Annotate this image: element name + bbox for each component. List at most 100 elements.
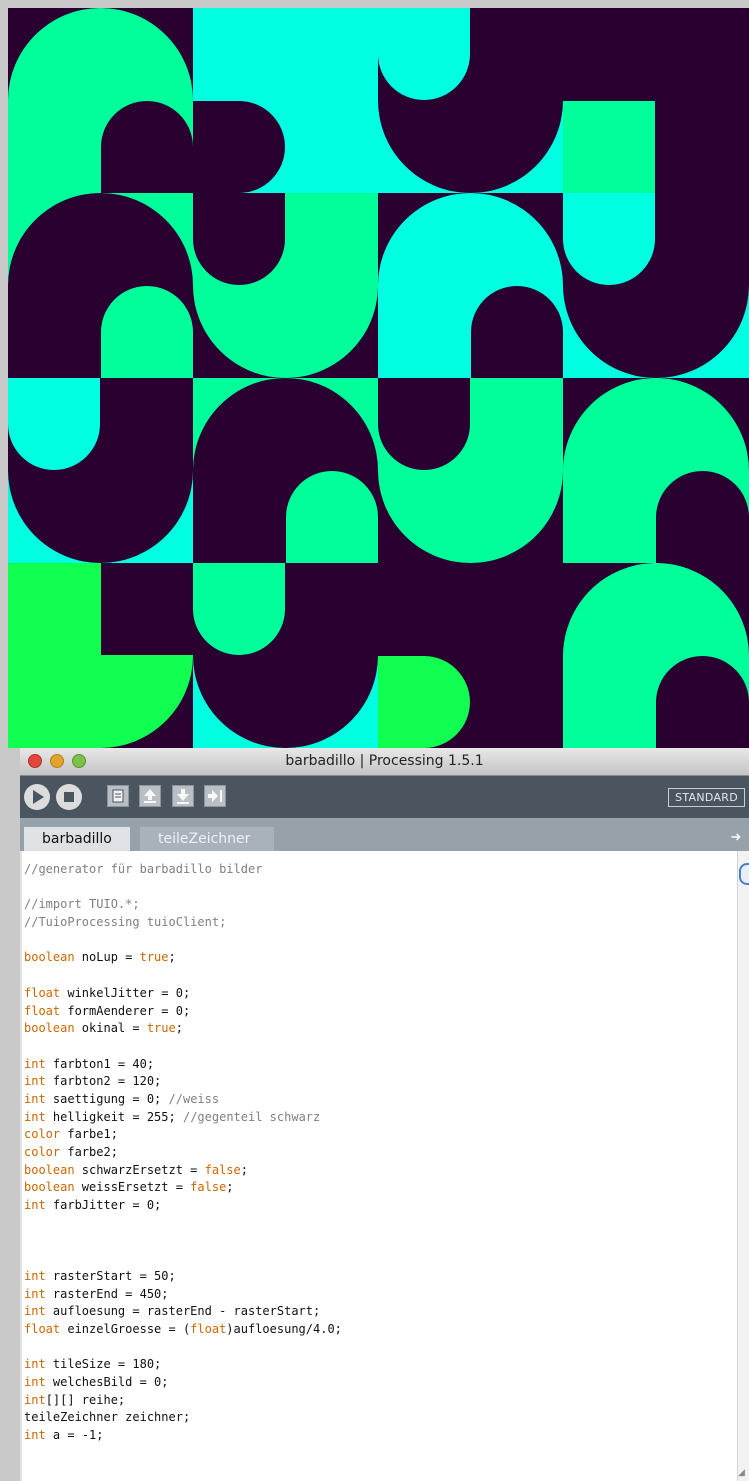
code-line: int farbton2 = 120; (24, 1073, 342, 1091)
code-text: noLup = (74, 950, 140, 965)
code-text: rasterEnd = 450; (45, 1286, 169, 1301)
scrollbar-thumb[interactable] (739, 863, 749, 885)
code-comment: //import TUIO.*; (24, 897, 140, 912)
code-line: float formAenderer = 0; (24, 1003, 342, 1021)
code-text: schwarzErsetzt = (74, 1162, 205, 1177)
code-line: float winkelJitter = 0; (24, 985, 342, 1003)
code-text: [][] reihe; (45, 1392, 126, 1407)
pattern-shape (193, 193, 285, 285)
open-button[interactable] (139, 785, 161, 807)
code-comment: //TuioProcessing tuioClient; (24, 915, 227, 930)
pattern-shape (193, 563, 285, 655)
pattern-shape (101, 563, 193, 655)
code-text: weissErsetzt = (74, 1180, 191, 1195)
code-line: int rasterEnd = 450; (24, 1286, 342, 1304)
code-line: //generator für barbadillo bilder (24, 861, 342, 879)
code-keyword: float (190, 1321, 227, 1336)
code-line: boolean schwarzErsetzt = false; (24, 1162, 342, 1180)
save-down-arrow-icon (177, 789, 189, 804)
pattern-shape (378, 656, 470, 748)
code-keyword: false (190, 1180, 227, 1195)
code-keyword: int (24, 1056, 46, 1071)
code-line: int a = -1; (24, 1427, 342, 1445)
code-keyword: false (204, 1162, 241, 1177)
code-keyword: boolean (24, 950, 75, 965)
code-line: int aufloesung = rasterEnd - rasterStart… (24, 1303, 342, 1321)
code-keyword: int (24, 1268, 46, 1283)
open-up-arrow-icon (144, 789, 156, 803)
tab-menu-arrow-icon[interactable]: ➜ (729, 830, 743, 844)
code-text: welchesBild = 0; (45, 1374, 169, 1389)
code-text: )aufloesung/4.0; (226, 1321, 342, 1336)
code-keyword: true (146, 1021, 176, 1036)
code-line: //import TUIO.*; (24, 896, 342, 914)
code-keyword: float (24, 985, 61, 1000)
sketch-output-canvas (8, 8, 749, 748)
new-file-icon (112, 789, 124, 803)
pattern-shape (101, 286, 193, 378)
code-line: color farbe1; (24, 1126, 342, 1144)
code-keyword: int (24, 1286, 46, 1301)
code-keyword: int (24, 1392, 46, 1407)
code-line: int rasterStart = 50; (24, 1268, 342, 1286)
code-line: //TuioProcessing tuioClient; (24, 914, 342, 932)
resize-grip-icon[interactable]: ◢ (738, 1467, 748, 1479)
tab-barbadillo[interactable]: barbadillo (24, 827, 130, 851)
pattern-shape (8, 378, 100, 470)
code-keyword: float (24, 1321, 61, 1336)
pattern-shape (656, 471, 749, 563)
code-line: int[][] reihe; (24, 1392, 342, 1410)
code-text: tileSize = 180; (45, 1357, 162, 1372)
play-icon (33, 790, 44, 804)
code-text: helligkeit = 255; (45, 1109, 183, 1124)
code-keyword: boolean (24, 1180, 75, 1195)
pattern-shape (471, 286, 563, 378)
code-lines: //generator für barbadillo bilder //impo… (24, 861, 342, 1445)
mode-selector[interactable]: STANDARD (668, 788, 745, 807)
window-title: barbadillo | Processing 1.5.1 (285, 753, 484, 769)
new-button[interactable] (107, 785, 129, 807)
code-text: farbJitter = 0; (45, 1198, 162, 1213)
save-button[interactable] (172, 785, 194, 807)
code-editor[interactable]: //generator für barbadillo bilder //impo… (20, 851, 737, 1481)
code-text: farbe2; (60, 1145, 118, 1159)
pattern-shape (656, 656, 749, 748)
code-text: ; (240, 1162, 248, 1177)
code-keyword: int (24, 1357, 46, 1372)
code-line: int welchesBild = 0; (24, 1374, 342, 1392)
code-keyword: float (24, 1003, 61, 1018)
code-line: teileZeichner zeichner; (24, 1409, 342, 1427)
code-keyword: int (24, 1374, 46, 1389)
code-text: winkelJitter = 0; (60, 985, 191, 1000)
code-line: boolean noLup = true; (24, 949, 342, 967)
code-keyword: int (24, 1198, 46, 1213)
code-line: int helligkeit = 255; //gegenteil schwar… (24, 1109, 342, 1127)
tab-teilezeichner[interactable]: teileZeichner (140, 827, 274, 851)
code-keyword: color (24, 1127, 61, 1142)
code-keyword: int (24, 1091, 46, 1106)
vertical-scrollbar[interactable]: ◢ (737, 851, 749, 1481)
code-text: teileZeichner zeichner; (24, 1410, 191, 1425)
code-line: float einzelGroesse = (float)aufloesung/… (24, 1321, 342, 1339)
code-text: farbton2 = 120; (45, 1074, 162, 1089)
code-comment: //generator für barbadillo bilder (24, 862, 263, 876)
code-keyword: int (24, 1304, 46, 1319)
pattern-shape (563, 101, 655, 193)
code-keyword: boolean (24, 1021, 75, 1036)
code-text: rasterStart = 50; (45, 1268, 176, 1283)
title-bar[interactable]: barbadillo | Processing 1.5.1 (20, 748, 749, 776)
run-button[interactable] (24, 784, 50, 810)
code-text: a = -1; (45, 1428, 104, 1442)
stop-button[interactable] (56, 784, 82, 810)
code-keyword: int (24, 1109, 46, 1124)
code-line: int tileSize = 180; (24, 1356, 342, 1374)
stop-icon (64, 792, 74, 802)
code-text: farbe1; (60, 1127, 118, 1142)
export-button[interactable] (204, 785, 226, 807)
code-keyword: boolean (24, 1162, 75, 1177)
code-keyword: int (24, 1428, 46, 1442)
